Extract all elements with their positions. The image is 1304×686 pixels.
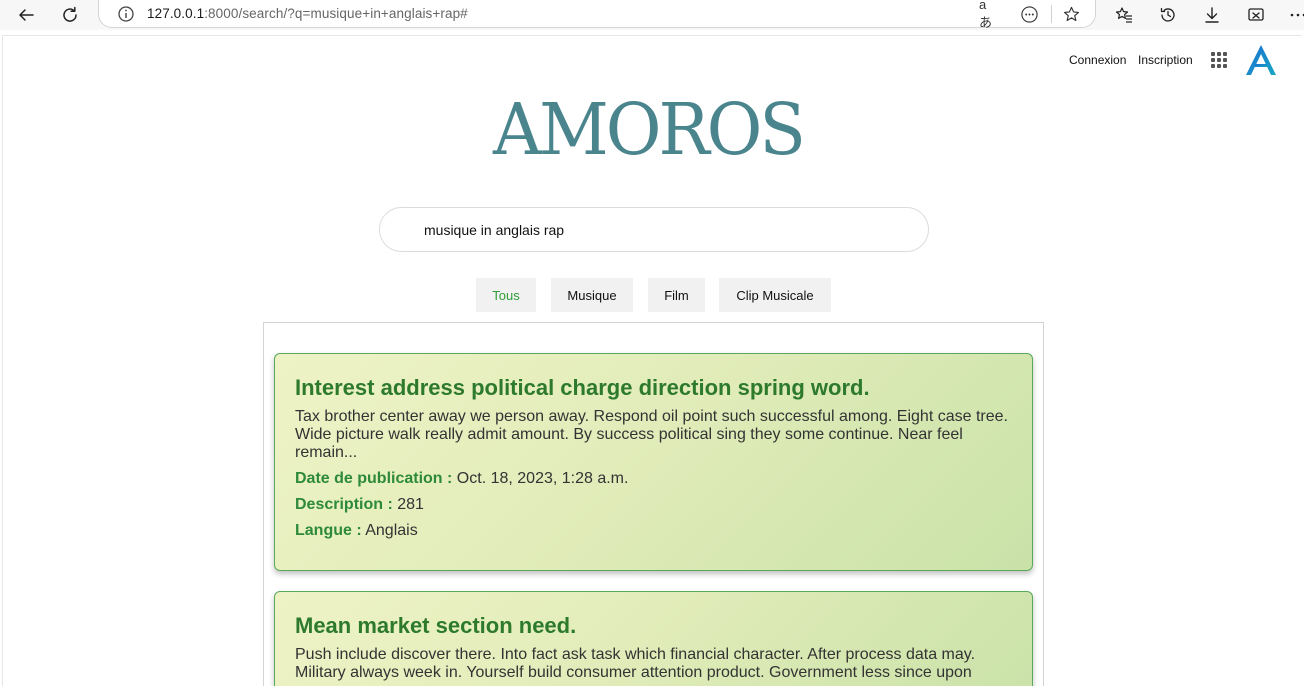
history-icon[interactable]	[1156, 3, 1180, 27]
apps-grid-icon[interactable]	[1211, 52, 1227, 68]
url-host: 127.0.0.1	[147, 6, 205, 21]
filter-musique[interactable]: Musique	[551, 278, 633, 312]
logo-text: AMOROS	[493, 89, 806, 172]
search-input[interactable]	[424, 220, 904, 240]
filter-tous[interactable]: Tous	[476, 278, 536, 312]
result-card[interactable]: Interest address political charge direct…	[274, 353, 1033, 571]
settings-more-icon[interactable]	[1286, 3, 1304, 27]
site-logo: AMOROS	[493, 89, 806, 172]
result-description: Description : 281	[295, 496, 1012, 514]
reload-icon[interactable]	[58, 3, 82, 27]
result-excerpt: Tax brother center away we person away. …	[295, 408, 1008, 461]
screenshot-icon[interactable]	[1244, 3, 1268, 27]
search-box[interactable]	[379, 207, 929, 252]
more-options-icon[interactable]	[1019, 4, 1039, 24]
address-bar[interactable]: 127.0.0.1:8000/search/?q=musique+in+angl…	[98, 0, 1096, 30]
description-value: 281	[397, 496, 424, 513]
signup-link[interactable]: Inscription	[1138, 53, 1193, 67]
browser-toolbar: 127.0.0.1:8000/search/?q=musique+in+angl…	[0, 0, 1304, 30]
description-label: Description :	[295, 496, 393, 513]
result-title[interactable]: Interest address political charge direct…	[295, 374, 1012, 402]
result-date: Date de publication : Oct. 18, 2023, 1:2…	[295, 470, 1012, 488]
result-card[interactable]: Mean market section need. Push include d…	[274, 591, 1033, 686]
result-title[interactable]: Mean market section need.	[295, 612, 1012, 640]
filter-film[interactable]: Film	[648, 278, 705, 312]
date-label: Date de publication :	[295, 470, 453, 487]
brand-avatar-icon[interactable]	[1243, 43, 1279, 77]
address-divider	[1051, 5, 1052, 23]
site-info-icon[interactable]	[117, 5, 135, 23]
back-icon[interactable]	[14, 3, 38, 27]
result-excerpt: Push include discover there. Into fact a…	[295, 646, 976, 681]
page-content: Connexion Inscription AMOROS Tous Musiqu…	[2, 35, 1302, 686]
url-text[interactable]: 127.0.0.1:8000/search/?q=musique+in+angl…	[147, 6, 468, 21]
filter-clip-musicale[interactable]: Clip Musicale	[719, 278, 831, 312]
results-container: Interest address political charge direct…	[263, 322, 1044, 686]
read-aloud-icon[interactable]: aあ	[979, 0, 999, 30]
login-link[interactable]: Connexion	[1069, 53, 1126, 67]
url-path: :8000/search/?q=musique+in+anglais+rap#	[204, 6, 468, 21]
favorite-star-icon[interactable]	[1061, 4, 1081, 24]
date-value: Oct. 18, 2023, 1:28 a.m.	[456, 470, 629, 487]
download-icon[interactable]	[1200, 3, 1224, 27]
language-value: Anglais	[365, 522, 418, 539]
result-language: Langue : Anglais	[295, 522, 1012, 540]
language-label: Langue :	[295, 522, 362, 539]
favorites-icon[interactable]	[1112, 3, 1136, 27]
